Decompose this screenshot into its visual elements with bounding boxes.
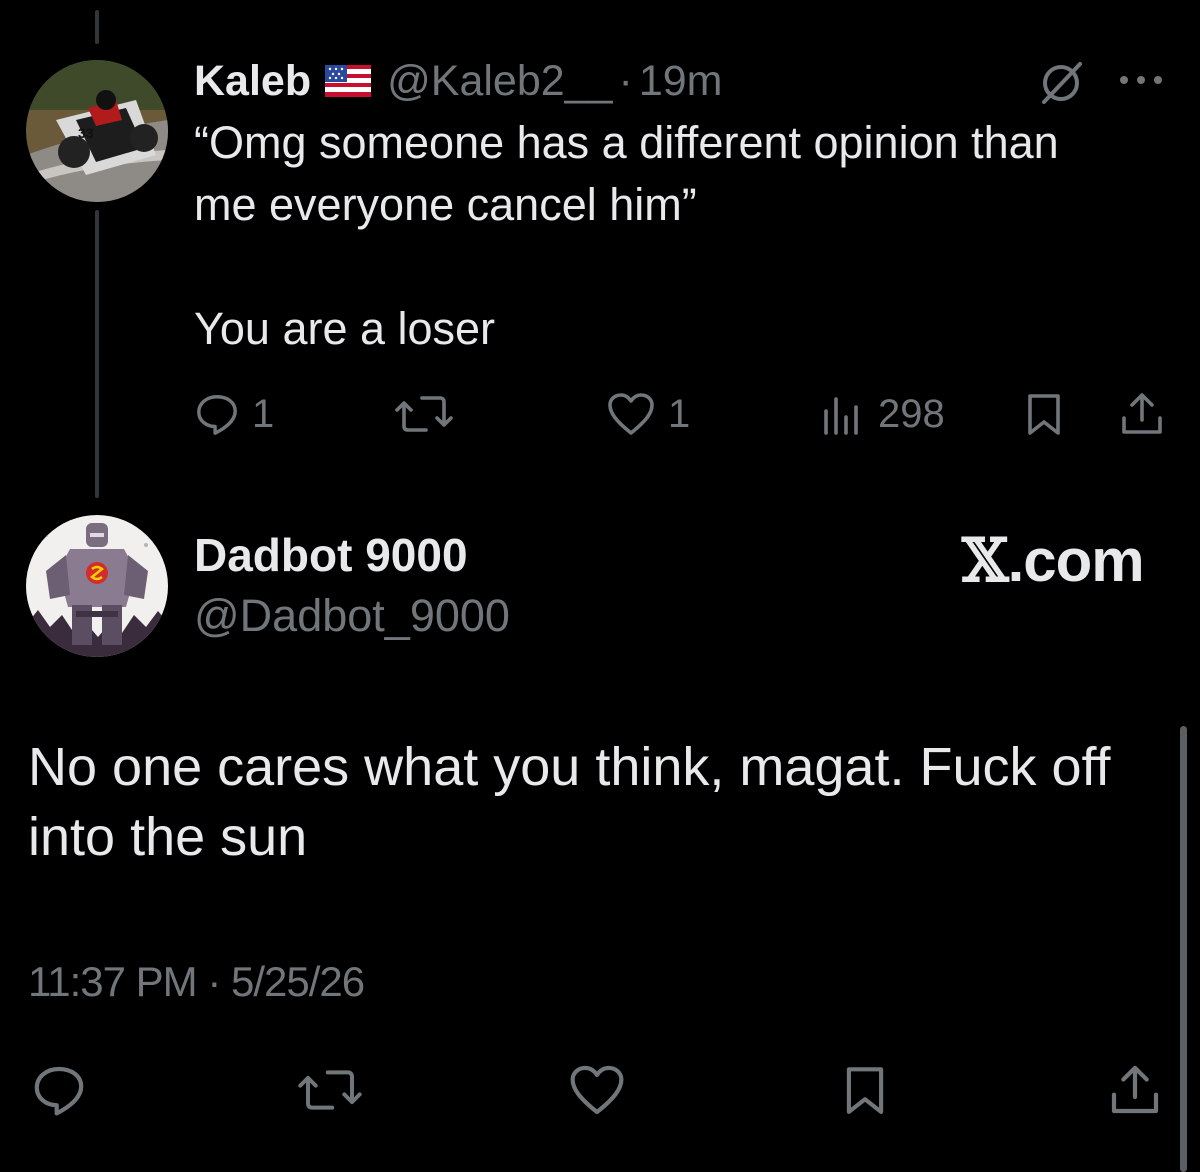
heart-icon xyxy=(608,393,654,435)
post-share-button[interactable] xyxy=(1100,1055,1170,1125)
post-author-handle[interactable]: @Dadbot_9000 xyxy=(194,590,510,642)
repost-icon xyxy=(395,396,453,432)
like-count: 1 xyxy=(668,391,691,436)
x-com-suffix: .com xyxy=(1007,527,1145,594)
bookmark-button[interactable] xyxy=(1024,386,1064,442)
avatar-dadbot[interactable] xyxy=(26,515,168,657)
post-text: No one cares what you think, magat. Fuck… xyxy=(28,737,1111,867)
bookmark-icon xyxy=(846,1067,884,1114)
reply-count: 1 xyxy=(252,391,275,436)
avatar-kaleb[interactable]: 33 xyxy=(26,60,168,202)
post-time: 11:37 PM xyxy=(28,958,198,1005)
repost-icon xyxy=(298,1070,362,1110)
views-button[interactable]: 298 xyxy=(820,386,945,442)
thread-line xyxy=(95,210,99,498)
view-count: 298 xyxy=(878,391,945,436)
x-logo-letter: 𝕏 xyxy=(962,526,1009,596)
separator-dot: · xyxy=(618,56,633,105)
reply-text: “Omg someone has a different opinion tha… xyxy=(194,117,1059,354)
views-chart-icon xyxy=(824,397,858,435)
motorcycle-avatar-image: 33 xyxy=(26,60,168,202)
us-flag-icon xyxy=(325,65,372,97)
share-button[interactable] xyxy=(1118,386,1166,442)
post-date: 5/25/26 xyxy=(231,958,365,1005)
post-timestamp[interactable]: 11:37 PM · 5/25/26 xyxy=(28,958,365,1006)
post-bookmark-button[interactable] xyxy=(830,1055,900,1125)
post-like-button[interactable] xyxy=(562,1055,632,1125)
reply-button[interactable]: 1 xyxy=(194,386,274,442)
reply-icon xyxy=(34,1066,84,1116)
svg-text:33: 33 xyxy=(78,125,94,141)
reply-timestamp[interactable]: 19m xyxy=(639,57,723,106)
more-options-icon[interactable] xyxy=(1112,68,1170,92)
post-reply-button[interactable] xyxy=(24,1055,94,1125)
reply-icon xyxy=(197,395,237,435)
x-com-watermark: 𝕏.com xyxy=(962,526,1145,596)
thread-line-top xyxy=(95,10,99,44)
repost-button[interactable] xyxy=(394,386,454,442)
reply-author-name[interactable]: Kaleb xyxy=(194,57,311,106)
reply-action-bar: 1 1 298 xyxy=(194,386,1174,442)
scrollbar[interactable] xyxy=(1180,726,1187,1172)
share-icon xyxy=(1111,1065,1159,1114)
like-button[interactable]: 1 xyxy=(606,386,690,442)
post-author-name[interactable]: Dadbot 9000 xyxy=(194,528,468,582)
robot-avatar-image xyxy=(26,515,168,657)
bookmark-icon xyxy=(1028,394,1060,435)
post-repost-button[interactable] xyxy=(295,1055,365,1125)
grok-icon[interactable] xyxy=(1036,58,1086,108)
separator-dot: · xyxy=(207,958,221,1005)
reply-author-handle[interactable]: @Kaleb2__ xyxy=(387,57,612,106)
post-action-bar xyxy=(0,1055,1200,1125)
heart-icon xyxy=(570,1065,624,1115)
reply-header: Kaleb @Kaleb2__ · 19m xyxy=(194,55,722,107)
share-icon xyxy=(1122,393,1162,434)
